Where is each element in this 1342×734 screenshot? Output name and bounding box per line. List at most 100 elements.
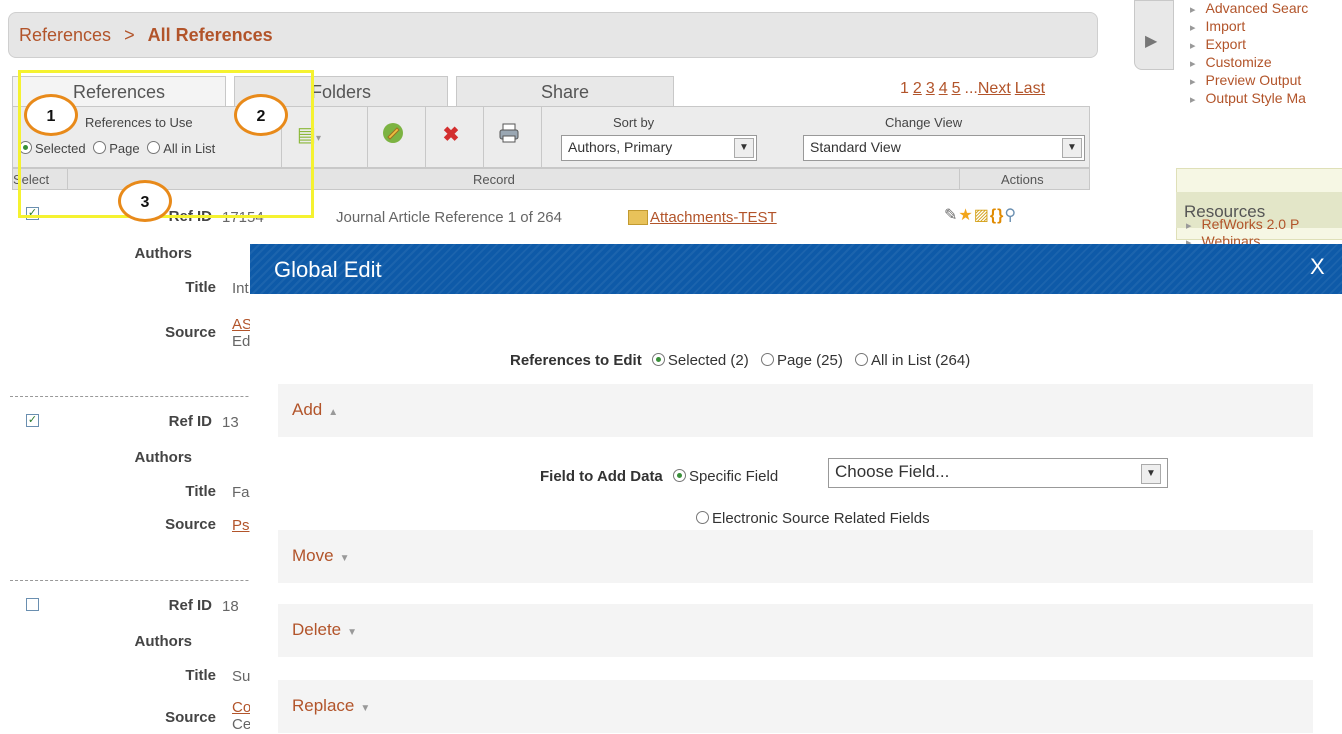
source-label: Source <box>165 324 216 341</box>
record-actions: ✎★▨{}⚲ <box>944 205 1017 225</box>
pager-page-5[interactable]: 5 <box>952 80 961 97</box>
print-icon[interactable] <box>495 121 523 149</box>
move-section-header[interactable]: Move ▼ <box>278 530 1313 583</box>
field-to-add-label: Field to Add Data <box>540 468 663 485</box>
electronic-source-radio[interactable] <box>696 511 709 524</box>
pager-next[interactable]: Next <box>978 80 1011 97</box>
chevron-up-icon: ▲ <box>328 407 339 418</box>
sidebar-link-import[interactable]: Import <box>1190 18 1246 34</box>
sidebar-link-advanced-search[interactable]: Advanced Searc <box>1190 0 1309 16</box>
toolbar-divider <box>483 107 484 169</box>
replace-section-title: Replace ▼ <box>292 696 371 715</box>
sort-by-select[interactable]: Authors, Primary ▼ <box>561 135 757 161</box>
edit-page-label: Page (25) <box>776 352 843 369</box>
pager: 1 2 3 4 5 ...Next Last <box>900 80 1049 98</box>
sidebar-link-export[interactable]: Export <box>1190 36 1246 52</box>
folder-icon <box>628 210 648 225</box>
delete-icon[interactable]: ✖ <box>437 121 465 149</box>
breadcrumb-current: All References <box>147 25 273 45</box>
pager-last[interactable]: Last <box>1015 80 1045 97</box>
dialog-title: Global Edit <box>274 257 382 282</box>
breadcrumb-separator: > <box>124 25 135 45</box>
sidebar-link-customize[interactable]: Customize <box>1190 54 1272 70</box>
tab-share[interactable]: Share <box>456 76 674 106</box>
toolbar-divider <box>541 107 542 169</box>
delete-section-header[interactable]: Delete ▼ <box>278 604 1313 657</box>
replace-section-header[interactable]: Replace ▼ <box>278 680 1313 733</box>
delete-section-title: Delete ▼ <box>292 620 358 639</box>
toolbar-divider <box>367 107 368 169</box>
pager-page-2[interactable]: 2 <box>913 80 922 97</box>
edit-icon[interactable]: ▨ <box>974 207 990 224</box>
edit-all-radio[interactable] <box>854 353 868 366</box>
change-view-select[interactable]: Standard View ▼ <box>803 135 1085 161</box>
ref-id-label: Ref ID <box>168 413 212 430</box>
star-icon[interactable]: ★ <box>958 207 973 224</box>
column-divider <box>959 169 960 189</box>
source-link[interactable]: Ps <box>232 517 250 534</box>
chevron-down-icon: ▼ <box>1062 138 1082 158</box>
callout-3: 3 <box>118 180 172 222</box>
pager-page-3[interactable]: 3 <box>926 80 935 97</box>
authors-label: Authors <box>134 633 193 650</box>
column-record: Record <box>473 172 515 187</box>
move-section-title: Move ▼ <box>292 546 350 565</box>
source-link[interactable]: Co <box>232 699 251 716</box>
record-checkbox[interactable]: ✓ <box>26 414 39 427</box>
pager-page-4[interactable]: 4 <box>939 80 948 97</box>
braces-icon[interactable]: {} <box>990 207 1004 224</box>
resource-link-refworks[interactable]: RefWorks 2.0 P <box>1186 216 1300 232</box>
close-button[interactable]: X <box>1310 254 1325 280</box>
source-label: Source <box>165 516 216 533</box>
edit-page-radio[interactable] <box>760 353 774 366</box>
specific-field-label: Specific Field <box>688 468 779 485</box>
chevron-down-icon: ▼ <box>734 138 754 158</box>
edit-all-label: All in List (264) <box>870 352 971 369</box>
paperclip-icon[interactable]: ✎ <box>944 207 958 224</box>
ref-id-value: 18 <box>222 598 239 615</box>
ref-id-value: 13 <box>222 414 239 431</box>
chevron-down-icon: ▼ <box>339 553 350 564</box>
ref-id-label: Ref ID <box>168 597 212 614</box>
breadcrumb: References > All References <box>8 12 1098 58</box>
edit-selected-radio[interactable] <box>651 353 665 366</box>
source-value-2: Ce <box>232 716 252 733</box>
chevron-down-icon: ▼ <box>347 627 358 638</box>
pager-ellipsis: ... <box>964 80 978 97</box>
global-edit-icon[interactable] <box>379 121 407 149</box>
sidebar-link-preview-output[interactable]: Preview Output <box>1190 72 1302 88</box>
sidebar-link-output-style[interactable]: Output Style Ma <box>1190 90 1306 106</box>
add-section-header[interactable]: Add ▲ <box>278 384 1313 437</box>
source-value-2: Ed <box>232 333 251 350</box>
dialog-header: Global Edit X <box>250 244 1342 294</box>
sidebar-toggle[interactable]: ▶ <box>1134 0 1174 70</box>
chevron-down-icon: ▼ <box>1141 464 1161 484</box>
source-link[interactable]: AS <box>232 316 252 333</box>
chevron-right-icon: ▶ <box>1145 33 1158 50</box>
field-to-add-row: Field to Add Data Specific Field <box>540 468 778 485</box>
choose-field-select[interactable]: Choose Field... ▼ <box>828 458 1168 488</box>
change-view-value: Standard View <box>810 139 901 155</box>
change-view-label: Change View <box>885 115 963 130</box>
pager-current: 1 <box>900 80 909 97</box>
authors-label: Authors <box>134 245 193 262</box>
source-label: Source <box>165 709 216 726</box>
breadcrumb-root[interactable]: References <box>19 25 111 45</box>
title-value: Su <box>232 668 251 685</box>
toolbar-divider <box>425 107 426 169</box>
specific-field-radio[interactable] <box>672 469 686 482</box>
chevron-down-icon: ▼ <box>360 703 371 714</box>
title-value: Int <box>232 280 249 297</box>
global-edit-dialog: Global Edit X References to Edit Selecte… <box>250 244 1342 734</box>
authors-label: Authors <box>134 449 193 466</box>
references-to-edit-row: References to Edit Selected (2) Page (25… <box>510 352 970 369</box>
callout-1: 1 <box>24 94 78 136</box>
attachment-link[interactable]: Attachments-TEST <box>650 209 777 226</box>
add-section-title: Add ▲ <box>292 400 339 419</box>
title-value: Fa <box>232 484 250 501</box>
references-to-edit-label: References to Edit <box>510 352 642 369</box>
magnifier-icon[interactable]: ⚲ <box>1004 207 1017 224</box>
choose-field-value: Choose Field... <box>835 462 950 481</box>
record-checkbox[interactable]: ✓ <box>26 598 39 611</box>
electronic-source-label: Electronic Source Related Fields <box>712 510 930 527</box>
